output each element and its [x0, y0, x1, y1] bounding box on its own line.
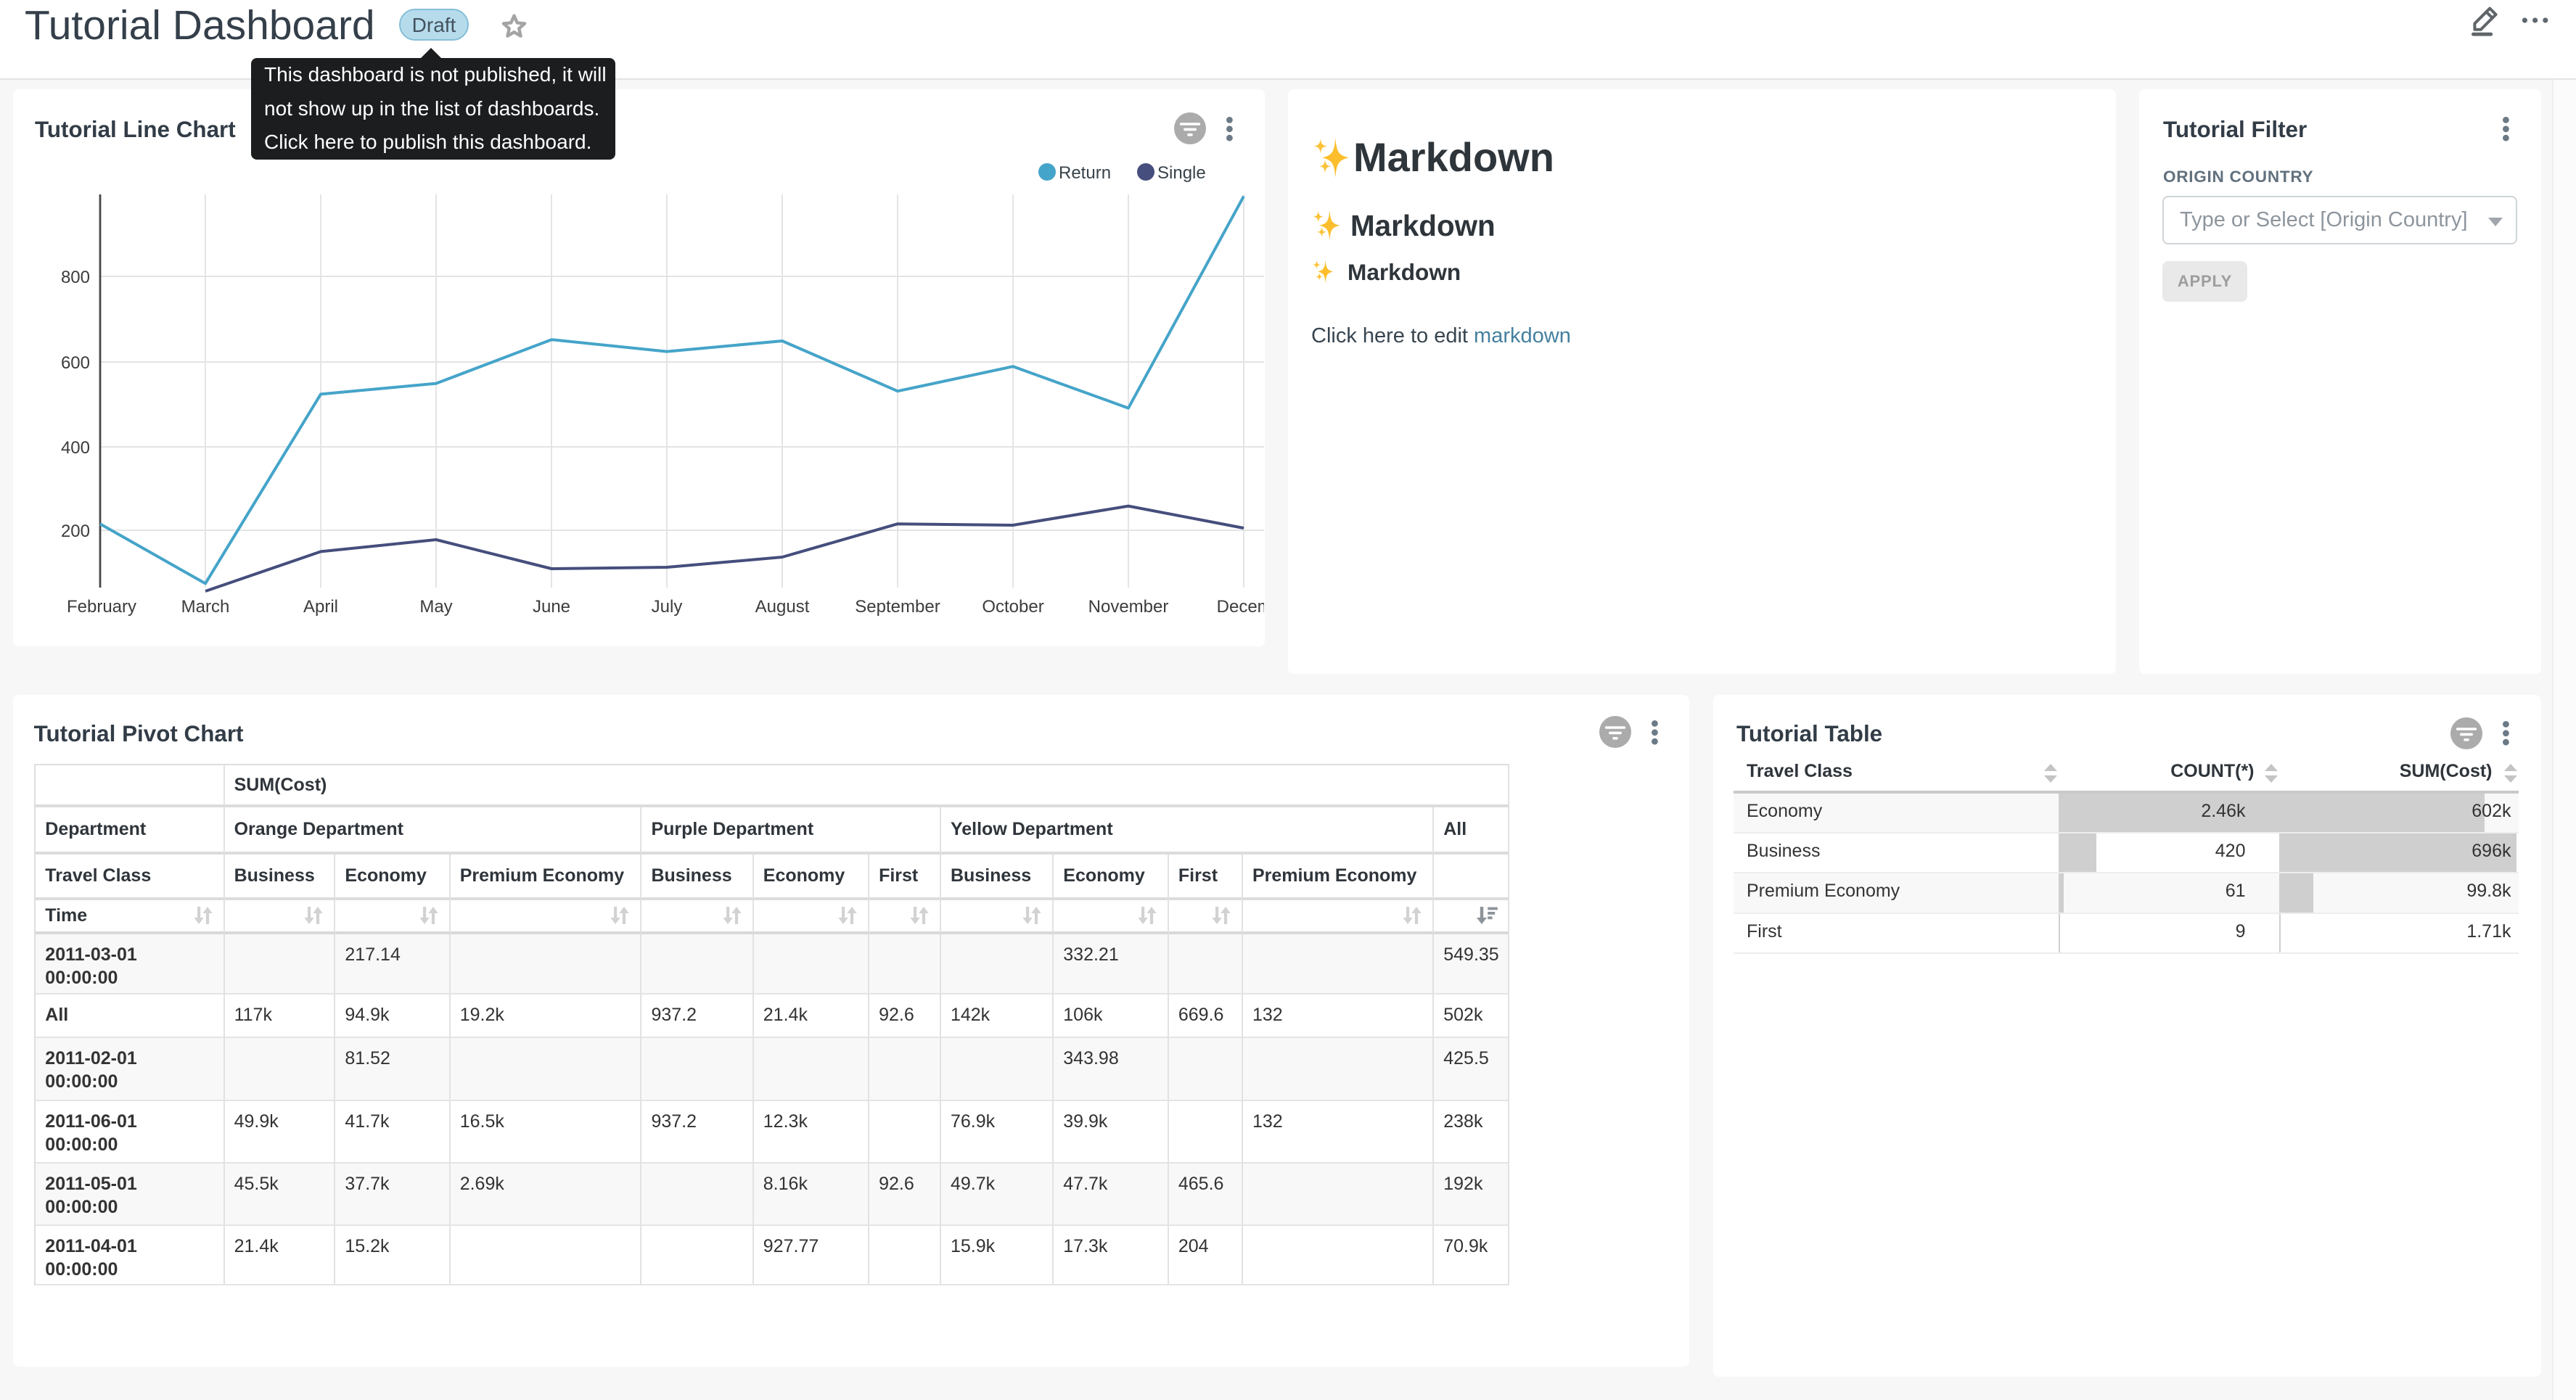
svg-text:September: September — [855, 597, 940, 617]
svg-text:July: July — [652, 597, 683, 617]
svg-text:800: 800 — [61, 268, 90, 287]
svg-text:December: December — [1217, 597, 1264, 617]
svg-text:200: 200 — [61, 522, 90, 541]
svg-text:March: March — [181, 597, 230, 617]
svg-text:Single: Single — [1157, 163, 1206, 183]
svg-text:Return: Return — [1059, 163, 1111, 183]
svg-text:600: 600 — [61, 353, 90, 373]
svg-text:November: November — [1088, 597, 1169, 617]
svg-text:June: June — [533, 597, 570, 617]
svg-text:400: 400 — [61, 438, 90, 458]
svg-text:May: May — [419, 597, 452, 617]
svg-text:August: August — [755, 597, 810, 617]
svg-text:April: April — [303, 597, 338, 617]
svg-text:February: February — [67, 597, 136, 617]
svg-text:October: October — [982, 597, 1043, 617]
